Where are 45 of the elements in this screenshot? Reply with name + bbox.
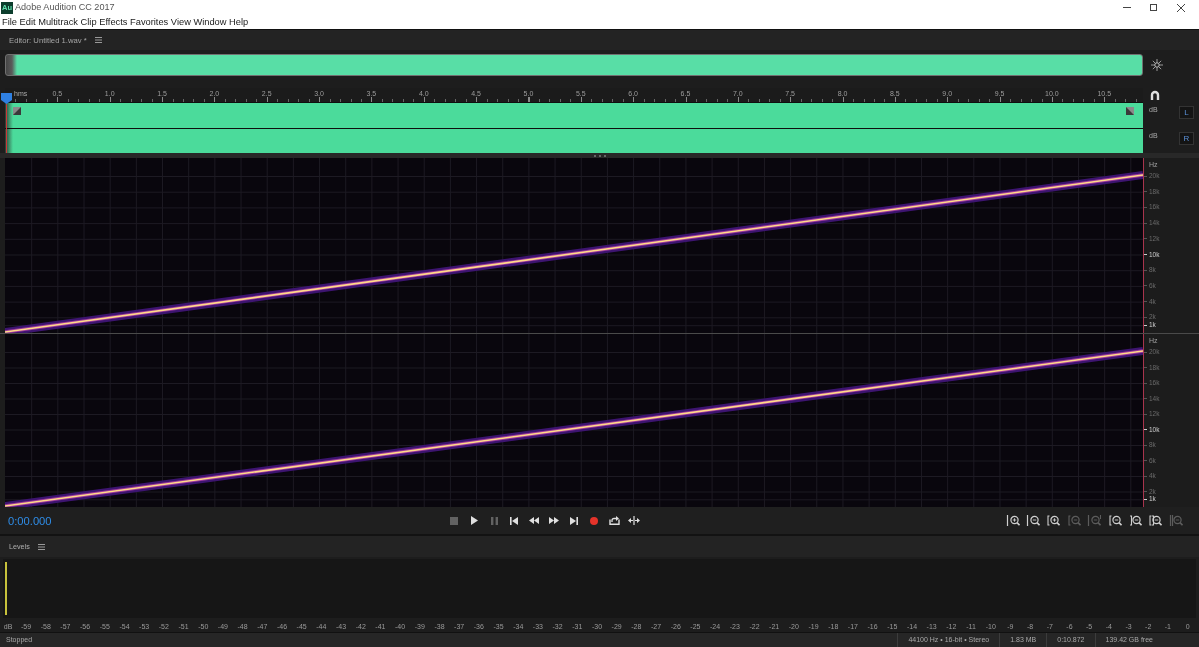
minimize-icon	[1122, 7, 1131, 8]
menu-item[interactable]: Multitrack	[38, 15, 78, 29]
channel-toggle[interactable]: L	[1179, 106, 1194, 119]
waveform-overview[interactable]	[5, 54, 1143, 76]
menu-item[interactable]: View	[170, 15, 191, 29]
skip-forward-icon	[570, 516, 578, 525]
magnifier-icon	[1026, 515, 1041, 526]
play-icon	[470, 516, 478, 525]
menu-item[interactable]: Favorites	[130, 15, 169, 29]
magnet-icon[interactable]	[1150, 90, 1160, 100]
menu-icon[interactable]	[37, 543, 45, 550]
maximize-icon	[1150, 4, 1157, 11]
menu-icon[interactable]	[94, 37, 102, 43]
fade-handle-icon[interactable]	[13, 107, 21, 115]
tray-arrow-icon	[608, 516, 620, 525]
magnifier-icon	[1128, 515, 1142, 526]
pause-icon	[490, 516, 498, 525]
magnifier-icon	[1066, 515, 1081, 526]
close-icon	[1176, 3, 1185, 12]
playhead[interactable]	[1, 93, 12, 153]
stop-icon	[450, 516, 458, 525]
skip-back-icon	[510, 516, 518, 525]
grip-icon[interactable]	[593, 154, 606, 157]
magnifier-icon	[1168, 515, 1183, 526]
menu-item[interactable]: Edit	[19, 15, 36, 29]
menu-item[interactable]: Help	[229, 15, 249, 29]
magnifier-icon	[1107, 515, 1122, 526]
menu-item[interactable]: File	[2, 15, 17, 29]
menu-item[interactable]: Effects	[99, 15, 128, 29]
rewind-icon	[529, 517, 539, 524]
split-arrows-icon	[628, 516, 640, 525]
time-display: 0:00.000	[8, 514, 52, 527]
magnifier-icon	[1148, 515, 1163, 526]
window-title: Adobe Audition CC 2017	[15, 1, 115, 14]
magnifier-icon	[1087, 515, 1102, 526]
peak-indicator	[5, 562, 7, 615]
fast-forward-icon	[549, 517, 559, 524]
menu-item[interactable]: Window	[193, 15, 227, 29]
record-icon	[590, 516, 598, 525]
crosshair-icon[interactable]	[1151, 59, 1163, 71]
menu-item[interactable]: Clip	[80, 15, 97, 29]
magnifier-icon	[1005, 515, 1020, 526]
fade-handle-icon[interactable]	[1126, 107, 1134, 115]
magnifier-icon	[1046, 515, 1061, 526]
channel-toggle[interactable]: R	[1179, 132, 1194, 145]
